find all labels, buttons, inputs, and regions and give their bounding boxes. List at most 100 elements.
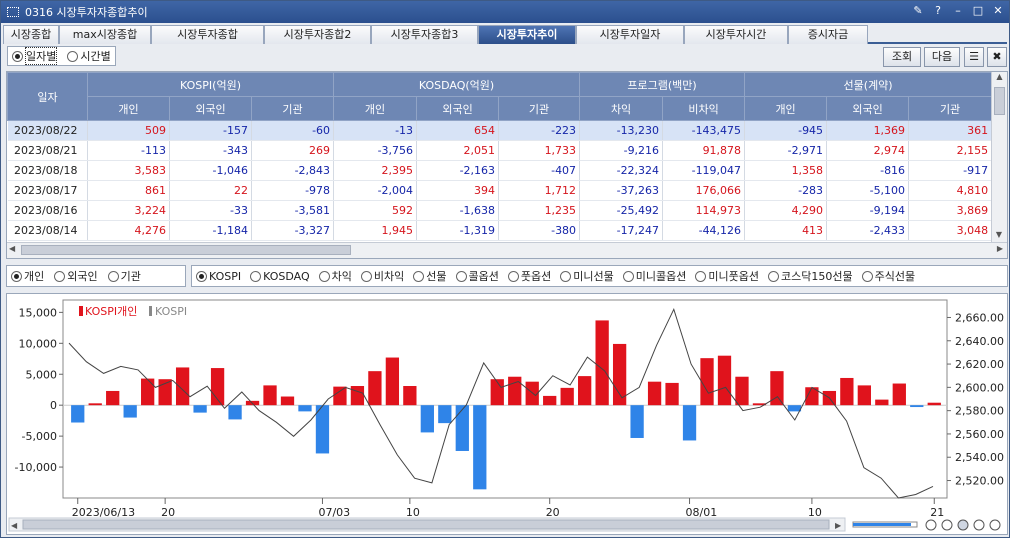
bar-mark[interactable] <box>910 405 924 408</box>
bar-mark[interactable] <box>193 405 207 413</box>
bar-mark[interactable] <box>892 383 906 406</box>
column-header-10[interactable]: 기관 <box>908 96 993 121</box>
investor-radio-dot[interactable] <box>107 270 119 282</box>
chart-scroll-thumb[interactable] <box>22 519 830 530</box>
tab-8[interactable]: 증시자금 <box>788 25 868 44</box>
horizontal-scrollbar[interactable]: ◀ ▶ <box>7 242 1007 258</box>
radio-daily-dot[interactable] <box>12 50 23 62</box>
market-radio-dot[interactable] <box>695 270 707 282</box>
settings-icon[interactable]: ✖ <box>987 47 1007 67</box>
list-icon[interactable]: ☰ <box>964 47 984 67</box>
crosshair-icon[interactable] <box>973 519 985 531</box>
tab-5[interactable]: 시장투자추이 <box>478 25 576 44</box>
column-header-4[interactable]: 외국인 <box>416 96 500 121</box>
settings-gear-icon[interactable] <box>989 519 1001 531</box>
market-radio-dot[interactable] <box>413 270 425 282</box>
chart-scroll-left-icon[interactable]: ◀ <box>11 521 18 530</box>
bar-mark[interactable] <box>700 358 714 406</box>
zoom-out-icon[interactable] <box>925 519 937 531</box>
chart-scroll-right-icon[interactable]: ▶ <box>835 521 842 530</box>
column-header-6[interactable]: 차익 <box>579 96 664 121</box>
bar-mark[interactable] <box>385 357 400 406</box>
date-header[interactable]: 일자 <box>7 72 88 121</box>
bar-mark[interactable] <box>473 405 487 490</box>
market-radio-2[interactable]: 차익 <box>318 267 352 285</box>
column-header-8[interactable]: 개인 <box>744 96 828 121</box>
tab-1[interactable]: max시장종합 <box>59 25 151 44</box>
market-radio-dot[interactable] <box>455 270 467 282</box>
market-radio-dot[interactable] <box>507 270 519 282</box>
vertical-scroll-thumb[interactable] <box>994 87 1005 115</box>
bar-mark[interactable] <box>560 387 574 406</box>
column-header-0[interactable]: 개인 <box>87 96 170 121</box>
scroll-right-icon[interactable]: ▶ <box>997 244 1003 253</box>
bar-mark[interactable] <box>298 405 312 412</box>
bar-mark[interactable] <box>123 405 137 418</box>
bar-mark[interactable] <box>682 405 697 441</box>
investor-radio-2[interactable]: 기관 <box>107 267 141 285</box>
search-button[interactable]: 조회 <box>883 47 921 67</box>
tab-4[interactable]: 시장투자종합3 <box>371 25 478 44</box>
market-radio-dot[interactable] <box>861 270 873 282</box>
bar-mark[interactable] <box>71 405 85 423</box>
bar-mark[interactable] <box>333 386 347 406</box>
tab-6[interactable]: 시장투자일자 <box>576 25 684 44</box>
market-radio-6[interactable]: 풋옵션 <box>507 267 551 285</box>
market-radio-0[interactable]: KOSPI <box>196 267 241 285</box>
bar-mark[interactable] <box>141 378 155 406</box>
bar-mark[interactable] <box>420 405 434 433</box>
zoom-in-icon[interactable] <box>941 519 953 531</box>
market-radio-dot[interactable] <box>768 270 779 282</box>
bar-mark[interactable] <box>717 355 732 406</box>
bar-mark[interactable] <box>88 403 102 406</box>
investor-radio-1[interactable]: 외국인 <box>54 267 98 285</box>
market-radio-9[interactable]: 미니풋옵션 <box>695 267 759 285</box>
column-header-3[interactable]: 개인 <box>333 96 418 121</box>
bar-mark[interactable] <box>875 399 889 406</box>
bar-mark[interactable] <box>403 386 417 406</box>
radio-hourly-dot[interactable] <box>67 50 79 62</box>
bar-mark[interactable] <box>175 367 190 406</box>
bar-mark[interactable] <box>106 390 120 406</box>
column-header-2[interactable]: 기관 <box>250 96 335 121</box>
column-header-7[interactable]: 비차익 <box>662 96 746 121</box>
radio-hourly[interactable]: 시간별 <box>67 47 111 65</box>
maximize-icon[interactable]: □ <box>971 4 985 18</box>
next-button[interactable]: 다음 <box>924 47 960 67</box>
bar-mark[interactable] <box>350 386 365 406</box>
bar-mark[interactable] <box>315 405 330 454</box>
bar-mark[interactable] <box>665 382 679 406</box>
market-radio-dot[interactable] <box>318 270 330 282</box>
table-row[interactable]: 2023/08/21 -113 -343 269 -3,756 2,051 1,733 -9,… <box>7 140 993 161</box>
market-radio-4[interactable]: 선물 <box>413 267 447 285</box>
radio-daily[interactable]: 일자별 <box>12 47 58 65</box>
pin-icon[interactable]: ✎ <box>911 4 925 18</box>
bar-mark[interactable] <box>490 379 504 406</box>
column-header-1[interactable]: 외국인 <box>169 96 252 121</box>
market-radio-7[interactable]: 미니선물 <box>560 267 614 285</box>
bar-mark[interactable] <box>927 402 941 406</box>
help-icon[interactable]: ? <box>931 4 945 18</box>
investor-radio-dot[interactable] <box>54 270 66 282</box>
close-icon[interactable]: ✕ <box>991 4 1005 18</box>
table-row[interactable]: 2023/08/14 4,276 -1,184 -3,327 1,945 -1,319 -3… <box>7 220 993 241</box>
zoom-fit-icon[interactable] <box>957 519 969 531</box>
bar-mark[interactable] <box>840 377 854 406</box>
market-radio-dot[interactable] <box>360 270 372 282</box>
tab-3[interactable]: 시장투자종합2 <box>264 25 371 44</box>
scroll-left-icon[interactable]: ◀ <box>9 244 15 253</box>
market-radio-1[interactable]: KOSDAQ <box>250 267 310 285</box>
market-radio-10[interactable]: 코스닥150선물 <box>768 267 853 285</box>
bar-mark[interactable] <box>543 395 557 406</box>
tab-7[interactable]: 시장투자시간 <box>684 25 788 44</box>
market-radio-dot[interactable] <box>250 270 262 282</box>
market-radio-dot[interactable] <box>622 270 634 282</box>
bar-mark[interactable] <box>228 405 242 420</box>
market-radio-11[interactable]: 주식선물 <box>861 267 915 285</box>
table-row[interactable]: 2023/08/18 3,583 -1,046 -2,843 2,395 -2,163 -4… <box>7 160 993 181</box>
market-radio-dot[interactable] <box>196 270 207 282</box>
market-radio-8[interactable]: 미니콜옵션 <box>622 267 686 285</box>
investor-chart[interactable]: 15,000 10,000 5,000 0 -5,000 -10,000 2,660.00 2… <box>7 294 1007 534</box>
minimize-icon[interactable]: – <box>951 4 965 18</box>
investor-radio-dot[interactable] <box>11 270 22 282</box>
